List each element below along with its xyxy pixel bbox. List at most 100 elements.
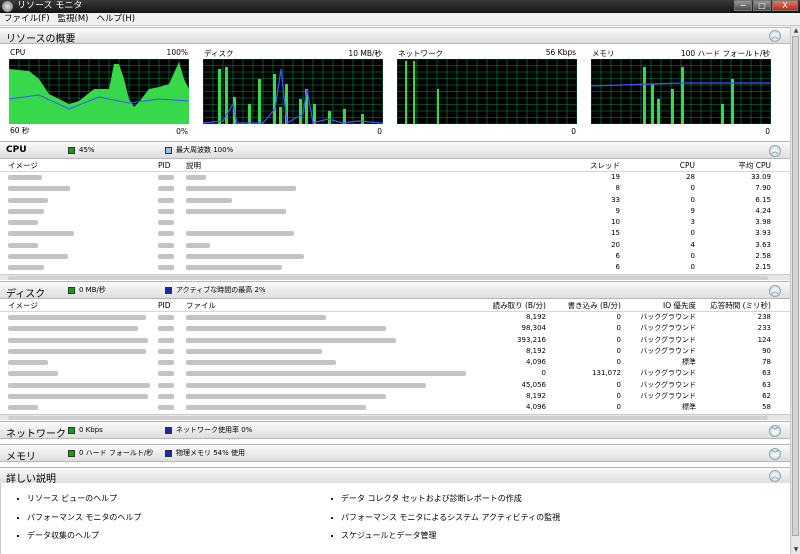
col-pid[interactable]: PID — [158, 300, 171, 312]
table-row[interactable]: 9 9 4.24 — [0, 206, 790, 217]
table-row[interactable]: 19 28 33.09 — [0, 172, 790, 183]
table-row[interactable]: 8,192 0 バックグラウンド 90 — [0, 346, 790, 357]
cpu-value: 0 — [690, 184, 695, 193]
col-file[interactable]: ファイル — [186, 300, 216, 312]
maximize-button[interactable]: □ — [753, 0, 771, 11]
read-value: 8,192 — [525, 313, 546, 321]
minimize-button[interactable]: ─ — [734, 0, 752, 11]
thread-count: 15 — [611, 229, 620, 238]
title-bar: リソース モニタ ─ □ X — [0, 0, 800, 13]
col-image[interactable]: イメージ — [8, 160, 38, 172]
col-image[interactable]: イメージ — [8, 300, 38, 312]
menu-monitor[interactable]: 監視(M) — [54, 13, 93, 26]
table-row[interactable]: 4,096 0 標準 58 — [0, 402, 790, 413]
col-read[interactable]: 読み取り (B/分) — [480, 300, 546, 312]
io-priority-value: バックグラウンド — [640, 346, 696, 355]
table-row[interactable]: 15 0 3.93 — [0, 228, 790, 239]
col-write[interactable]: 書き込み (B/分) — [555, 300, 621, 312]
network-section-header[interactable]: ネットワーク 0 Kbps ネットワーク使用率 0% ﹀ — [0, 421, 790, 440]
write-value: 0 — [616, 324, 621, 333]
col-threads[interactable]: スレッド — [580, 160, 620, 172]
table-row[interactable]: 33 0 6.15 — [0, 195, 790, 206]
disk-hscroll[interactable] — [0, 414, 790, 420]
green-swatch-icon — [68, 146, 75, 154]
col-cpu[interactable]: CPU — [655, 160, 695, 172]
scroll-up-icon[interactable]: ▲ — [792, 26, 800, 35]
write-value: 0 — [616, 335, 621, 344]
help-link-monitor-activity[interactable]: パフォーマンス モニタによるシステム アクティビティの監視 — [341, 512, 560, 523]
help-section-header[interactable]: 詳しい説明 ︿ — [0, 467, 790, 485]
read-value: 0 — [541, 369, 546, 378]
vertical-scrollbar[interactable]: ▲ ▼ — [790, 26, 800, 554]
response-value: 124 — [757, 335, 771, 344]
chevron-up-icon[interactable]: ︿ — [769, 145, 781, 157]
io-priority-value: 標準 — [682, 403, 696, 412]
table-row[interactable]: 8,192 0 バックグラウンド 238 — [0, 312, 790, 323]
table-row[interactable]: 6 0 2.15 — [0, 262, 790, 273]
read-value: 393,216 — [517, 335, 546, 344]
table-row[interactable]: 20 4 3.63 — [0, 240, 790, 251]
cpu-value: 0 — [690, 252, 695, 261]
network-section-title: ネットワーク — [6, 429, 66, 440]
read-value: 45,056 — [521, 380, 547, 389]
memory-section-header[interactable]: メモリ 0 ハード フォールト/秒 物理メモリ 54% 使用 ﹀ — [0, 444, 790, 463]
chevron-up-icon[interactable]: ︿ — [769, 285, 781, 297]
avg-cpu-value: 3.63 — [755, 240, 771, 249]
table-row[interactable]: 45,056 0 バックグラウンド 63 — [0, 380, 790, 391]
menu-file[interactable]: ファイル(F) — [0, 13, 54, 26]
chevron-up-icon[interactable]: ︿ — [769, 30, 781, 42]
thread-count: 6 — [615, 263, 620, 272]
chevron-down-icon[interactable]: ﹀ — [769, 425, 781, 437]
table-row[interactable]: 8,192 0 バックグラウンド 62 — [0, 391, 790, 402]
table-row[interactable]: 393,216 0 バックグラウンド 124 — [0, 335, 790, 346]
col-response[interactable]: 応答時間 (ミリ秒) — [700, 300, 771, 312]
blue-swatch-icon — [165, 426, 172, 434]
col-pid[interactable]: PID — [158, 160, 171, 172]
cpu-value: 0 — [690, 195, 695, 204]
cpu-table-header: イメージ PID 説明 スレッド CPU 平均 CPU — [0, 160, 790, 172]
close-button[interactable]: X — [772, 0, 798, 11]
disk-graph: ディスク 10 MB/秒 0 — [203, 48, 383, 136]
thread-count: 9 — [615, 206, 620, 215]
overview-header[interactable]: リソースの概要 ︿ — [0, 27, 790, 45]
help-link-resource-view[interactable]: リソース ビューのヘルプ — [27, 493, 117, 504]
help-link-collector-sets[interactable]: データ コレクタ セットおよび診断レポートの作成 — [341, 493, 522, 504]
scroll-thumb[interactable] — [792, 36, 799, 536]
table-row[interactable]: 98,304 0 バックグラウンド 233 — [0, 323, 790, 334]
chevron-down-icon[interactable]: ﹀ — [769, 448, 781, 460]
memory-section-title: メモリ — [6, 452, 36, 463]
cpu-hscroll[interactable] — [0, 274, 790, 280]
col-description[interactable]: 説明 — [186, 160, 201, 172]
table-row[interactable]: 6 0 2.58 — [0, 251, 790, 262]
graph-label: メモリ — [592, 49, 615, 58]
cpu-value: 0 — [690, 229, 695, 238]
avg-cpu-value: 33.09 — [750, 173, 771, 181]
disk-section-header[interactable]: ディスク 0 MB/秒 アクティブな時間の最高 2% ︿ — [0, 281, 790, 300]
network-graph: ネットワーク 56 Kbps 0 — [397, 48, 577, 136]
graph-max: 56 Kbps — [545, 48, 576, 57]
cpu-section-header[interactable]: CPU 45% 最大周波数 100% ︿ — [0, 141, 790, 159]
help-link-scheduling[interactable]: スケジュールとデータ管理 — [341, 530, 436, 541]
col-io-priority[interactable]: IO 優先度 — [630, 300, 696, 312]
avg-cpu-value: 3.98 — [755, 218, 771, 227]
cpu-section-title: CPU — [6, 145, 27, 155]
help-link-perfmon[interactable]: パフォーマンス モニタのヘルプ — [27, 512, 141, 523]
table-row[interactable]: 4,096 0 標準 78 — [0, 357, 790, 368]
overview-graphs: CPU 100% 60 秒 0% ディスク 10 MB/秒 0 ネットワーク 5… — [0, 44, 790, 139]
scroll-down-icon[interactable]: ▼ — [792, 545, 800, 554]
blue-swatch-icon — [165, 286, 172, 294]
help-link-data-collection[interactable]: データ収集のヘルプ — [27, 530, 99, 541]
table-row[interactable]: 10 3 3.98 — [0, 217, 790, 228]
graph-time: 60 秒 — [10, 126, 30, 135]
graph-label: CPU — [10, 48, 26, 57]
chevron-up-icon[interactable]: ︿ — [769, 470, 781, 482]
col-avg-cpu[interactable]: 平均 CPU — [720, 160, 771, 172]
table-row[interactable]: 0 131,072 バックグラウンド 63 — [0, 368, 790, 379]
memory-faults: 0 ハード フォールト/秒 — [79, 449, 154, 457]
write-value: 0 — [616, 313, 621, 321]
table-row[interactable]: 8 0 7.90 — [0, 183, 790, 194]
menu-help[interactable]: ヘルプ(H) — [93, 13, 140, 26]
disk-active: アクティブな時間の最高 2% — [176, 286, 266, 294]
disk-table-header: イメージ PID ファイル 読み取り (B/分) 書き込み (B/分) IO 優… — [0, 300, 790, 312]
avg-cpu-value: 7.90 — [755, 184, 771, 193]
